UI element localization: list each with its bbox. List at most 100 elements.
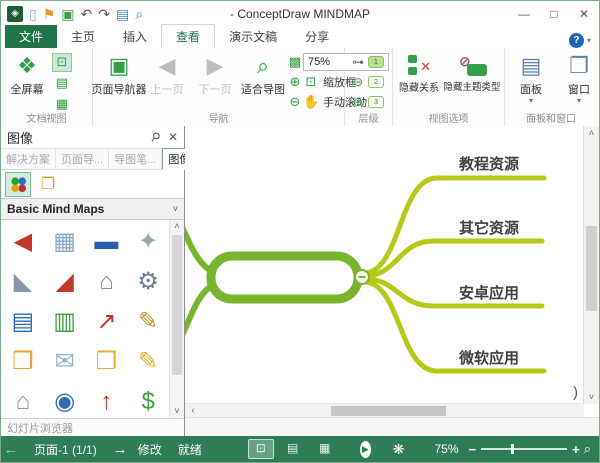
level-2-badge: 2 [368, 76, 384, 88]
zoom-slider[interactable]: − + [469, 442, 580, 457]
status-outline-view-button[interactable]: ▤ [280, 439, 306, 459]
presentation-play-button[interactable]: ▶ [360, 441, 371, 458]
help-caret-icon[interactable]: ▾ [587, 36, 591, 45]
fullscreen-button[interactable]: ❖ 全屏幕 [3, 51, 51, 99]
zoom-in-slider-icon[interactable]: + [572, 442, 580, 457]
canvas-vertical-scrollbar[interactable]: ˄ ˅ [583, 126, 599, 404]
topic-label[interactable]: 安卓应用 [433, 282, 545, 303]
clipart-thumb[interactable]: ◣ [2, 262, 44, 302]
zoom-in-icon[interactable]: ⊕ [287, 74, 303, 90]
collapse-level-button[interactable]: ⊖ 2 [351, 73, 384, 91]
clipart-thumb[interactable]: ❒ [2, 342, 44, 382]
clipart-thumb[interactable]: ↗ [86, 302, 128, 342]
tab-view[interactable]: 查看 [161, 24, 215, 49]
new-document-icon[interactable]: ▯ [29, 6, 37, 22]
maximize-button[interactable]: □ [539, 2, 569, 26]
clipart-thumb[interactable]: ▬ [86, 222, 128, 262]
fit-map-icon: ⌕ [257, 53, 269, 81]
clipart-thumb[interactable]: ⌂ [86, 262, 128, 302]
prev-page-label: 上一页 [151, 81, 184, 97]
status-mindmap-view-button[interactable]: ⊡ [248, 439, 274, 459]
scroll-left-icon[interactable]: ‹ [187, 404, 199, 418]
next-page-button[interactable]: ▶ 下一页 [191, 51, 239, 99]
clipart-thumb[interactable]: ⌂ [2, 382, 44, 419]
panels-button[interactable]: ▤ 面板 ▾ [507, 51, 555, 109]
prev-page-button[interactable]: ◀ 上一页 [143, 51, 191, 99]
scroll-thumb[interactable] [586, 226, 597, 311]
group-label-view-options: 视图选项 [393, 110, 504, 125]
canvas-horizontal-scrollbar[interactable]: ‹ [185, 403, 584, 418]
clipart-thumb[interactable]: ◉ [44, 382, 86, 419]
next-page-status-icon[interactable]: → [110, 441, 129, 458]
expand-level-button[interactable]: ⊕ 3 [351, 93, 384, 111]
print-preview-icon[interactable]: ⌕ [135, 6, 143, 22]
print-icon[interactable]: ▤ [116, 6, 129, 22]
tab-insert[interactable]: 插入 [109, 25, 161, 48]
settings-gear-icon[interactable]: ❋ [393, 441, 405, 458]
clipart-thumb[interactable]: ▦ [44, 222, 86, 262]
hide-topic-types-button[interactable]: ⊘ 隐藏主题类型 [443, 51, 501, 95]
scroll-thumb[interactable] [331, 406, 446, 416]
panel-close-icon[interactable]: ✕ [168, 130, 178, 144]
save-icon[interactable]: ▣ [61, 6, 74, 22]
tab-solutions[interactable]: 解决方案 [1, 149, 56, 169]
page-navigator-button[interactable]: ▣ 页面导航器 [95, 51, 143, 99]
clipart-thumb[interactable]: ✎ [127, 342, 169, 382]
library-dropdown[interactable]: Basic Mind Maps ˅ [1, 198, 184, 220]
clipart-thumb[interactable]: ✎ [127, 302, 169, 342]
map-canvas[interactable]: 教程资源 其它资源 安卓应用 微软应用 ) ˄ ˅ ‹ [185, 126, 599, 436]
window-button[interactable]: ❐ 窗口 ▾ [555, 51, 600, 109]
clipart-thumb[interactable]: ✉ [44, 342, 86, 382]
topic-label[interactable]: 其它资源 [433, 217, 545, 238]
tab-file[interactable]: 文件 [5, 25, 57, 48]
prev-page-status-icon[interactable]: ← [1, 441, 20, 458]
close-button[interactable]: ✕ [569, 2, 599, 26]
gallery-scrollbar[interactable]: ˄ ˅ [169, 220, 184, 418]
slide-navigator-bar[interactable]: 幻灯片浏览器 [1, 419, 184, 436]
tab-presentation[interactable]: 演示文稿 [215, 25, 291, 48]
redo-icon[interactable]: ↷ [98, 6, 110, 22]
scroll-down-icon[interactable]: ˅ [170, 405, 184, 418]
library-caret-icon: ˅ [173, 204, 178, 214]
clipart-thumb[interactable]: ◢ [44, 262, 86, 302]
clipart-thumb[interactable]: ▤ [2, 302, 44, 342]
tab-home[interactable]: 主页 [57, 25, 109, 48]
topic-label[interactable]: 微软应用 [433, 347, 545, 368]
zoom-out-slider-icon[interactable]: − [469, 442, 477, 457]
scroll-down-icon[interactable]: ˅ [584, 390, 599, 404]
clipart-library-button[interactable] [5, 172, 31, 197]
tab-share[interactable]: 分享 [291, 25, 343, 48]
image-folder-button[interactable]: ❐ [35, 172, 61, 197]
conceptdraw-mindmap-window: ◈ ▯ ⚑ ▣ ↶ ↷ ▤ ⌕ - ConceptDraw MINDMAP — … [0, 0, 600, 463]
hand-icon: ✋ [303, 94, 319, 110]
open-file-icon[interactable]: ⚑ [43, 6, 56, 22]
outline-view-button[interactable]: ▤ [52, 74, 72, 93]
zoom-slider-thumb[interactable] [511, 444, 514, 454]
fit-page-zoom-icon[interactable]: ⌕ [584, 441, 591, 457]
clipart-thumb[interactable]: ↑ [86, 382, 128, 419]
clipart-thumb[interactable]: ⚙ [127, 262, 169, 302]
undo-icon[interactable]: ↶ [81, 6, 93, 22]
hide-relations-button[interactable]: ✕ 隐藏关系 [395, 51, 443, 96]
clipart-thumb[interactable]: ✦ [127, 222, 169, 262]
show-level-1-button[interactable]: ⊶ 1 [351, 53, 384, 71]
tab-page-navigator[interactable]: 页面导... [56, 149, 109, 169]
scroll-up-icon[interactable]: ˄ [584, 126, 599, 140]
fit-map-button[interactable]: ⌕ 适合导图 [239, 51, 287, 99]
clipart-thumb[interactable]: $ [127, 382, 169, 419]
clipart-thumb[interactable]: ❒ [86, 342, 128, 382]
status-split-view-button[interactable]: ▦ [312, 439, 338, 459]
tab-map-notes[interactable]: 导图笔... [109, 149, 162, 169]
help-icon[interactable]: ? [569, 33, 584, 48]
mindmap-view-button[interactable]: ⊡ [52, 53, 72, 72]
clipart-thumb[interactable]: ▥ [44, 302, 86, 342]
hide-relations-icon: ✕ [406, 53, 432, 79]
scroll-thumb[interactable] [172, 235, 182, 375]
topic-label[interactable]: 教程资源 [433, 153, 545, 174]
scroll-up-icon[interactable]: ˄ [170, 220, 184, 233]
central-topic[interactable] [211, 256, 358, 299]
clipart-thumb[interactable]: ◀ [2, 222, 44, 262]
minimize-button[interactable]: — [509, 2, 539, 26]
zoom-out-icon[interactable]: ⊖ [287, 94, 303, 110]
zoom-selection-icon[interactable]: ▩ [287, 54, 303, 70]
